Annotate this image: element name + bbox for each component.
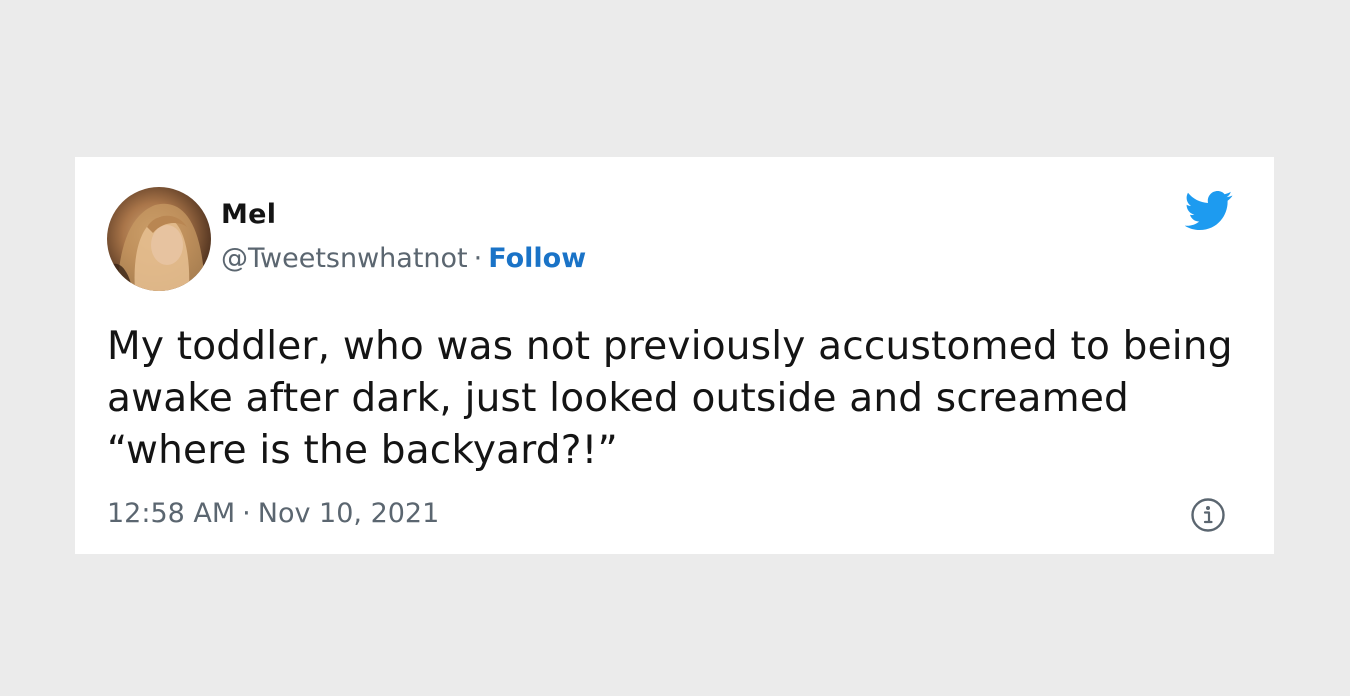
info-icon[interactable] [1190, 497, 1226, 533]
handle-row: @Tweetsnwhatnot · Follow [221, 243, 586, 274]
tweet-timestamp[interactable]: 12:58 AM · Nov 10, 2021 [107, 498, 439, 529]
tweet-time: 12:58 AM [107, 498, 236, 529]
twitter-bird-icon[interactable] [1184, 191, 1233, 231]
tweet-card: Mel @Tweetsnwhatnot · Follow My toddler, w… [75, 157, 1274, 554]
follow-button[interactable]: Follow [488, 243, 586, 274]
avatar[interactable] [107, 187, 211, 291]
tweet-date: Nov 10, 2021 [257, 498, 440, 529]
tweet-text: My toddler, who was not previously accus… [107, 324, 1233, 473]
separator-dot: · [473, 243, 483, 274]
display-name[interactable]: Mel [221, 199, 276, 230]
meta-separator-dot: · [242, 498, 251, 529]
user-handle[interactable]: @Tweetsnwhatnot [221, 243, 468, 274]
